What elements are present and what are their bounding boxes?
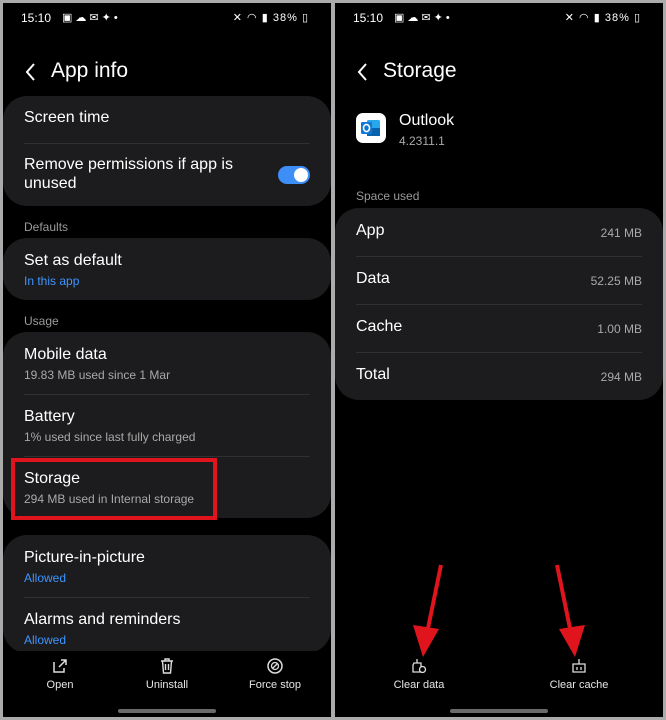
chevron-left-icon <box>25 63 35 81</box>
clear-data-label: Clear data <box>393 679 445 691</box>
set-as-default-label: Set as default <box>24 252 122 269</box>
advanced-card: Picture-in-picture Allowed Alarms and re… <box>3 535 331 653</box>
data-size-label: Data <box>356 270 390 287</box>
app-bar: App info <box>3 53 331 93</box>
battery-sub: 1% used since last fully charged <box>24 430 196 444</box>
trash-icon <box>161 658 173 674</box>
app-size-row: App 241 MB <box>335 208 663 256</box>
cache-size-label: Cache <box>356 318 403 335</box>
status-bar: 15:10 ▣☁✉✦• ✕ ◠ ▮ 38% ▯ <box>335 3 663 33</box>
total-size-label: Total <box>356 366 390 383</box>
notification-icons: ▣☁✉✦• <box>62 12 121 24</box>
battery-icon: ▯ <box>633 12 641 24</box>
battery-icon: ▯ <box>301 12 309 24</box>
mute-icon: ✕ <box>232 12 243 24</box>
mute-icon: ✕ <box>564 12 575 24</box>
open-label: Open <box>46 679 74 691</box>
data-size-row: Data 52.25 MB <box>335 256 663 304</box>
storage-highlight-box <box>11 458 217 520</box>
open-external-icon <box>53 659 67 673</box>
back-button[interactable] <box>353 57 373 87</box>
notification-icons: ▣☁✉✦• <box>394 12 453 24</box>
app-version: 4.2311.1 <box>399 134 445 148</box>
back-button[interactable] <box>21 57 41 87</box>
clear-data-icon <box>412 659 427 674</box>
status-right: ✕ ◠ ▮ 38% ▯ <box>565 11 641 24</box>
battery-label: Battery <box>24 408 75 425</box>
force-stop-label: Force stop <box>249 679 301 691</box>
cache-size-value: 1.00 MB <box>597 322 642 336</box>
alarms-item[interactable]: Alarms and reminders Allowed <box>3 597 331 653</box>
open-button[interactable]: Open <box>15 651 105 691</box>
defaults-header: Defaults <box>24 220 69 234</box>
mobile-data-sub: 19.83 MB used since 1 Mar <box>24 368 171 382</box>
total-size-value: 294 MB <box>600 370 642 384</box>
usage-header: Usage <box>24 314 59 328</box>
battery-percent: 38% <box>604 12 630 24</box>
signal-icon: ▮ <box>593 12 601 24</box>
app-name: Outlook <box>399 112 455 129</box>
home-indicator[interactable] <box>450 709 548 713</box>
storage-screen: 15:10 ▣☁✉✦• ✕ ◠ ▮ 38% ▯ Storage Outlook … <box>335 3 663 717</box>
app-icon <box>356 113 386 143</box>
chevron-left-icon <box>357 63 367 81</box>
bottom-actions: Open Uninstall Force stop <box>3 651 331 701</box>
defaults-card: Set as default In this app <box>3 238 331 300</box>
force-stop-button[interactable]: Force stop <box>230 651 320 691</box>
uninstall-label: Uninstall <box>145 679 189 691</box>
pip-sub: Allowed <box>24 571 67 585</box>
mobile-data-label: Mobile data <box>24 346 107 363</box>
picture-in-picture-item[interactable]: Picture-in-picture Allowed <box>3 535 331 597</box>
battery-item[interactable]: Battery 1% used since last fully charged <box>3 394 331 456</box>
page-title: App info <box>51 59 129 82</box>
uninstall-button[interactable]: Uninstall <box>122 651 212 691</box>
home-indicator[interactable] <box>118 709 216 713</box>
clear-cache-button[interactable]: Clear cache <box>534 651 624 691</box>
clear-data-arrow <box>413 564 443 657</box>
set-as-default-sub: In this app <box>24 274 80 288</box>
space-used-header: Space used <box>356 189 420 203</box>
clear-cache-icon <box>572 659 586 673</box>
data-size-value: 52.25 MB <box>590 274 642 288</box>
toggle-knob <box>294 168 308 182</box>
space-used-card: App 241 MB Data 52.25 MB Cache 1.00 MB T… <box>335 208 663 400</box>
app-size-value: 241 MB <box>600 226 642 240</box>
stop-circle-icon <box>267 658 283 674</box>
status-time: 15:10 <box>21 11 52 25</box>
clear-cache-arrow <box>555 564 585 657</box>
status-right: ✕ ◠ ▮ 38% ▯ <box>233 11 309 24</box>
battery-percent: 38% <box>272 12 298 24</box>
pip-label: Picture-in-picture <box>24 549 145 566</box>
page-title: Storage <box>383 59 457 82</box>
mobile-data-item[interactable]: Mobile data 19.83 MB used since 1 Mar <box>3 332 331 394</box>
wifi-icon: ◠ <box>247 12 258 24</box>
total-size-row: Total 294 MB <box>335 352 663 400</box>
clear-cache-label: Clear cache <box>549 679 609 691</box>
alarms-sub: Allowed <box>24 633 67 647</box>
remove-permissions-label: Remove permissions if app is unused <box>24 156 233 192</box>
app-bar: Storage <box>335 53 663 93</box>
clear-data-button[interactable]: Clear data <box>374 651 464 691</box>
screen-time-label: Screen time <box>24 109 110 126</box>
app-size-label: App <box>356 222 385 239</box>
alarms-label: Alarms and reminders <box>24 611 181 628</box>
wifi-icon: ◠ <box>579 12 590 24</box>
remove-permissions-item[interactable]: Remove permissions if app is unused <box>3 144 331 206</box>
app-info-screen: 15:10 ▣☁✉✦• ✕ ◠ ▮ 38% ▯ App info Screen … <box>3 3 331 717</box>
screen-time-item[interactable]: Screen time <box>3 96 331 144</box>
bottom-actions: Clear data Clear cache <box>335 651 663 701</box>
set-as-default-item[interactable]: Set as default In this app <box>3 238 331 300</box>
cache-size-row: Cache 1.00 MB <box>335 304 663 352</box>
signal-icon: ▮ <box>261 12 269 24</box>
status-bar: 15:10 ▣☁✉✦• ✕ ◠ ▮ 38% ▯ <box>3 3 331 33</box>
permissions-card: Screen time Remove permissions if app is… <box>3 96 331 206</box>
outlook-icon <box>361 120 380 136</box>
remove-permissions-toggle[interactable] <box>278 166 310 184</box>
status-time: 15:10 <box>353 11 384 25</box>
